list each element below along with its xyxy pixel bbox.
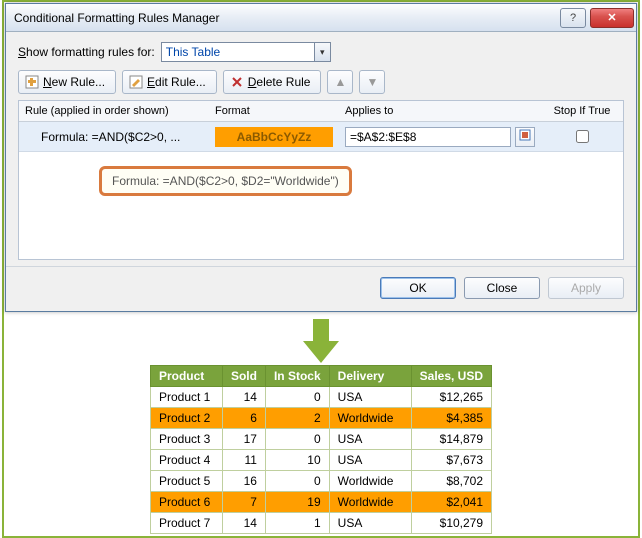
table-row[interactable]: Product 3170USA$14,879 <box>150 429 491 450</box>
cell-sales: $8,702 <box>411 471 491 492</box>
delete-rule-button[interactable]: Delete Rule <box>223 70 322 94</box>
cell-stock: 19 <box>265 492 329 513</box>
cell-product: Product 7 <box>150 513 222 534</box>
scope-label: Show formatting rules for: <box>18 45 155 59</box>
new-rule-icon <box>25 75 39 89</box>
cell-product: Product 1 <box>150 387 222 408</box>
rule-row[interactable]: Formula: =AND($C2>0, ... AaBbCcYyZz =$A$… <box>19 122 623 152</box>
col-header-rule: Rule (applied in order shown) <box>19 101 209 121</box>
edit-rule-button[interactable]: Edit Rule... <box>122 70 217 94</box>
cell-delivery: USA <box>329 387 411 408</box>
edit-rule-icon <box>129 75 143 89</box>
th-stock: In Stock <box>265 366 329 387</box>
rule-name: Formula: =AND($C2>0, ... <box>19 130 209 144</box>
cell-stock: 0 <box>265 429 329 450</box>
cell-sold: 6 <box>222 408 265 429</box>
cell-sales: $14,879 <box>411 429 491 450</box>
cell-delivery: USA <box>329 513 411 534</box>
cell-sales: $2,041 <box>411 492 491 513</box>
cell-product: Product 2 <box>150 408 222 429</box>
result-table: Product Sold In Stock Delivery Sales, US… <box>150 365 492 534</box>
cell-product: Product 6 <box>150 492 222 513</box>
cell-product: Product 3 <box>150 429 222 450</box>
cell-sold: 11 <box>222 450 265 471</box>
cell-delivery: Worldwide <box>329 492 411 513</box>
cell-sales: $7,673 <box>411 450 491 471</box>
range-selector-button[interactable] <box>515 127 535 147</box>
new-rule-button[interactable]: New Rule... <box>18 70 116 94</box>
cell-stock: 10 <box>265 450 329 471</box>
cell-delivery: Worldwide <box>329 408 411 429</box>
cell-sales: $4,385 <box>411 408 491 429</box>
cell-product: Product 4 <box>150 450 222 471</box>
cell-sold: 14 <box>222 387 265 408</box>
th-product: Product <box>150 366 222 387</box>
move-up-button[interactable]: ▲ <box>327 70 353 94</box>
th-delivery: Delivery <box>329 366 411 387</box>
table-row[interactable]: Product 6719Worldwide$2,041 <box>150 492 491 513</box>
col-header-format: Format <box>209 101 339 121</box>
cell-stock: 1 <box>265 513 329 534</box>
table-row[interactable]: Product 262Worldwide$4,385 <box>150 408 491 429</box>
stop-if-true-checkbox[interactable] <box>576 130 589 143</box>
cell-sold: 17 <box>222 429 265 450</box>
cell-delivery: Worldwide <box>329 471 411 492</box>
th-sold: Sold <box>222 366 265 387</box>
move-down-button[interactable]: ▼ <box>359 70 385 94</box>
cell-sold: 16 <box>222 471 265 492</box>
formula-tooltip: Formula: =AND($C2>0, $D2="Worldwide") <box>99 166 352 196</box>
scope-combobox[interactable]: This Table <box>161 42 331 62</box>
scope-value: This Table <box>166 45 220 59</box>
rules-manager-dialog: Conditional Formatting Rules Manager ? ✕… <box>5 3 637 312</box>
cell-delivery: USA <box>329 429 411 450</box>
apply-button[interactable]: Apply <box>548 277 624 299</box>
titlebar[interactable]: Conditional Formatting Rules Manager ? ✕ <box>6 4 636 32</box>
range-selector-icon <box>519 129 531 144</box>
cell-product: Product 5 <box>150 471 222 492</box>
format-preview: AaBbCcYyZz <box>215 127 333 147</box>
cell-stock: 0 <box>265 387 329 408</box>
table-row[interactable]: Product 41110USA$7,673 <box>150 450 491 471</box>
col-header-applies: Applies to <box>339 101 541 121</box>
cell-stock: 2 <box>265 408 329 429</box>
col-header-stop: Stop If True <box>541 101 623 121</box>
table-row[interactable]: Product 1140USA$12,265 <box>150 387 491 408</box>
delete-rule-icon <box>230 75 244 89</box>
help-button[interactable]: ? <box>560 8 586 28</box>
table-row[interactable]: Product 7141USA$10,279 <box>150 513 491 534</box>
cell-stock: 0 <box>265 471 329 492</box>
applies-to-input[interactable]: =$A$2:$E$8 <box>345 127 511 147</box>
chevron-down-icon[interactable] <box>314 43 330 61</box>
cell-sold: 7 <box>222 492 265 513</box>
dialog-title: Conditional Formatting Rules Manager <box>14 11 219 25</box>
close-button[interactable]: Close <box>464 277 540 299</box>
th-sales: Sales, USD <box>411 366 491 387</box>
cell-sold: 14 <box>222 513 265 534</box>
ok-button[interactable]: OK <box>380 277 456 299</box>
rules-list: Rule (applied in order shown) Format App… <box>18 100 624 260</box>
arrow-illustration <box>4 313 638 365</box>
cell-delivery: USA <box>329 450 411 471</box>
table-row[interactable]: Product 5160Worldwide$8,702 <box>150 471 491 492</box>
cell-sales: $10,279 <box>411 513 491 534</box>
close-window-button[interactable]: ✕ <box>590 8 634 28</box>
cell-sales: $12,265 <box>411 387 491 408</box>
